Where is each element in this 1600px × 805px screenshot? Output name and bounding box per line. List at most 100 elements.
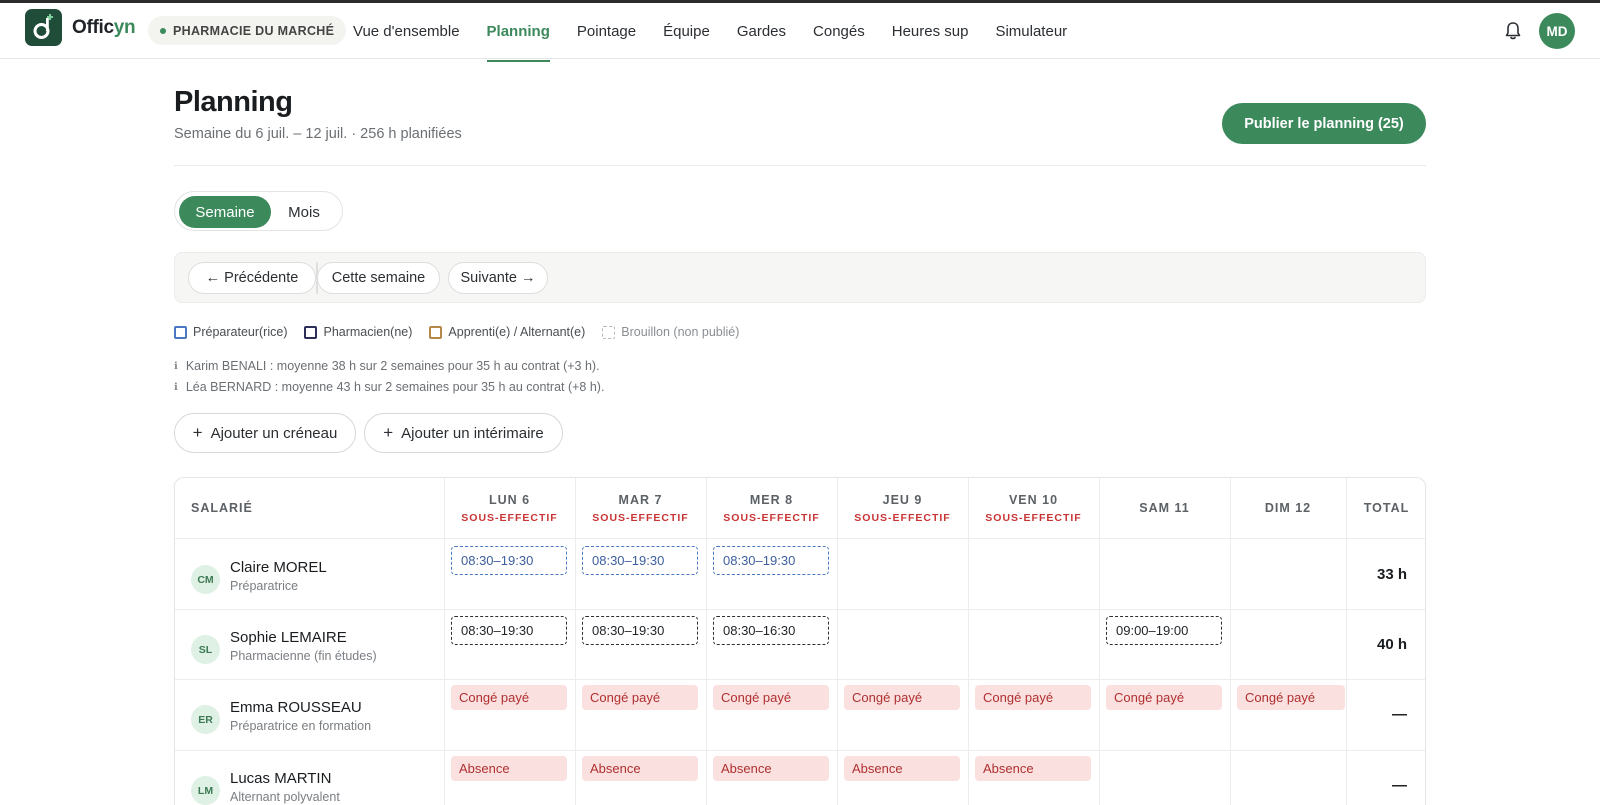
legend-label: Préparateur(rice)	[193, 325, 288, 339]
nav-simulateur[interactable]: Simulateur	[995, 3, 1067, 59]
column-header-day: VEN 10 SOUS-EFFECTIF	[968, 478, 1099, 539]
shift-slot[interactable]: 08:30–16:30	[713, 616, 829, 645]
nav-equipe[interactable]: Équipe	[663, 3, 710, 59]
view-month-button[interactable]: Mois	[271, 196, 337, 228]
employee-name: Claire MOREL	[230, 558, 327, 576]
column-divider	[837, 478, 838, 805]
legend-swatch-icon	[174, 325, 187, 339]
add-temp-button[interactable]: + Ajouter un intérimaire	[364, 413, 563, 453]
view-week-button[interactable]: Semaine	[179, 196, 271, 228]
previous-week-button[interactable]: ← Précédente	[188, 262, 316, 294]
employee-cell[interactable]: CM Claire MOREL Préparatrice	[191, 557, 327, 594]
column-header-day: JEU 9 SOUS-EFFECTIF	[837, 478, 968, 539]
column-header-day: MAR 7 SOUS-EFFECTIF	[575, 478, 706, 539]
nav-heures-sup[interactable]: Heures sup	[892, 3, 969, 59]
nav-overview[interactable]: Vue d'ensemble	[353, 3, 460, 59]
column-header-total: TOTAL	[1346, 478, 1425, 539]
understaffed-badge: SOUS-EFFECTIF	[723, 511, 820, 524]
nav-pointage[interactable]: Pointage	[577, 3, 636, 59]
absence-chip[interactable]: Congé payé	[451, 685, 567, 710]
page-title: Planning	[174, 86, 293, 118]
column-divider	[706, 478, 707, 805]
absence-chip[interactable]: Congé payé	[1106, 685, 1222, 710]
nav-planning[interactable]: Planning	[486, 3, 551, 62]
row-total: —	[1392, 777, 1407, 794]
absence-chip[interactable]: Congé payé	[713, 685, 829, 710]
employee-info: Lucas MARTIN Alternant polyvalent	[230, 770, 340, 804]
employee-cell[interactable]: SL Sophie LEMAIRE Pharmacienne (fin études…	[191, 627, 377, 664]
legend-item-apprenti: Apprenti(e) / Alternant(e)	[429, 325, 585, 339]
add-slot-button[interactable]: + Ajouter un créneau	[174, 413, 356, 453]
user-avatar[interactable]: MD	[1539, 13, 1575, 49]
employee-avatar: ER	[191, 705, 220, 734]
add-slot-label: Ajouter un créneau	[210, 424, 338, 442]
column-divider	[968, 478, 969, 805]
absence-chip[interactable]: Absence	[844, 756, 960, 781]
absence-chip[interactable]: Absence	[451, 756, 567, 781]
planning-table: SALARIÉ LUN 6 SOUS-EFFECTIF MAR 7 SOUS-EFFE…	[174, 477, 1426, 805]
view-toggle: Semaine Mois	[174, 191, 343, 231]
page-subtitle: Semaine du 6 juil. – 12 juil. · 256 h pl…	[174, 126, 462, 142]
shift-slot[interactable]: 08:30–19:30	[713, 546, 829, 575]
nav-gardes[interactable]: Gardes	[737, 3, 786, 59]
column-divider	[1230, 478, 1231, 805]
absence-chip[interactable]: Absence	[975, 756, 1091, 781]
understaffed-badge: SOUS-EFFECTIF	[461, 511, 558, 524]
shift-slot[interactable]: 08:30–19:30	[451, 616, 567, 645]
current-week-button[interactable]: Cette semaine	[317, 262, 440, 294]
absence-chip[interactable]: Congé payé	[1237, 685, 1345, 710]
week-navigation: ← Précédente Cette semaine Suivante →	[174, 252, 1426, 303]
top-bar: Officyn PHARMACIE DU MARCHÉ Vue d'ensemb…	[0, 0, 1600, 62]
brand-name: Officyn	[72, 17, 136, 38]
absence-chip[interactable]: Absence	[582, 756, 698, 781]
main-nav: Vue d'ensemble Planning Pointage Équipe …	[353, 3, 1094, 62]
absence-chip[interactable]: Absence	[713, 756, 829, 781]
employee-role: Pharmacienne (fin études)	[230, 648, 377, 663]
shift-slot[interactable]: 08:30–19:30	[582, 616, 698, 645]
employee-avatar: CM	[191, 565, 220, 594]
header-divider	[174, 165, 1426, 166]
info-icon: ℹ	[174, 360, 178, 372]
legend: Préparateur(rice) Pharmacien(ne) Apprent…	[174, 325, 756, 339]
employee-info: Emma ROUSSEAU Préparatrice en formation	[230, 699, 371, 733]
employee-avatar: SL	[191, 635, 220, 664]
column-divider	[444, 478, 445, 805]
day-label: MAR 7	[618, 492, 663, 507]
employee-name: Lucas MARTIN	[230, 769, 332, 787]
note-text: Léa BERNARD : moyenne 43 h sur 2 semaine…	[185, 380, 605, 394]
nav-conges[interactable]: Congés	[813, 3, 865, 59]
understaffed-badge: SOUS-EFFECTIF	[592, 511, 689, 524]
day-label: JEU 9	[882, 492, 923, 507]
legend-swatch-icon	[602, 325, 616, 339]
pharmacy-selector[interactable]: PHARMACIE DU MARCHÉ	[148, 16, 347, 45]
column-header-day: MER 8 SOUS-EFFECTIF	[706, 478, 837, 539]
employee-info: Sophie LEMAIRE Pharmacienne (fin études)	[230, 629, 377, 663]
employee-cell[interactable]: LM Lucas MARTIN Alternant polyvalent	[191, 768, 340, 805]
absence-chip[interactable]: Congé payé	[582, 685, 698, 710]
row-divider	[175, 750, 1425, 751]
shift-slot[interactable]: 08:30–19:30	[582, 546, 698, 575]
next-week-button[interactable]: Suivante →	[448, 262, 548, 294]
legend-swatch-icon	[304, 325, 318, 339]
employee-cell[interactable]: ER Emma ROUSSEAU Préparatrice en formation	[191, 697, 371, 734]
employee-avatar: LM	[191, 776, 220, 805]
publish-planning-button[interactable]: Publier le planning (25)	[1222, 103, 1426, 144]
shift-slot[interactable]: 09:00–19:00	[1106, 616, 1222, 645]
row-divider	[175, 679, 1425, 680]
bell-icon[interactable]	[1503, 20, 1523, 42]
employee-role: Préparatrice	[230, 578, 299, 593]
logo-icon[interactable]	[25, 9, 62, 46]
note-text: Karim BENALI : moyenne 38 h sur 2 semain…	[185, 359, 600, 373]
column-divider	[575, 478, 576, 805]
employee-info: Claire MOREL Préparatrice	[230, 559, 327, 593]
day-label: SAM 11	[1139, 501, 1190, 515]
shift-slot[interactable]: 08:30–19:30	[451, 546, 567, 575]
plus-icon: +	[383, 423, 394, 442]
absence-chip[interactable]: Congé payé	[975, 685, 1091, 710]
day-label: DIM 12	[1264, 501, 1312, 515]
absence-chip[interactable]: Congé payé	[844, 685, 960, 710]
column-header-day: SAM 11	[1099, 478, 1230, 539]
row-total: —	[1392, 706, 1407, 723]
employee-name: Sophie LEMAIRE	[230, 628, 347, 646]
employee-role: Préparatrice en formation	[230, 718, 372, 733]
